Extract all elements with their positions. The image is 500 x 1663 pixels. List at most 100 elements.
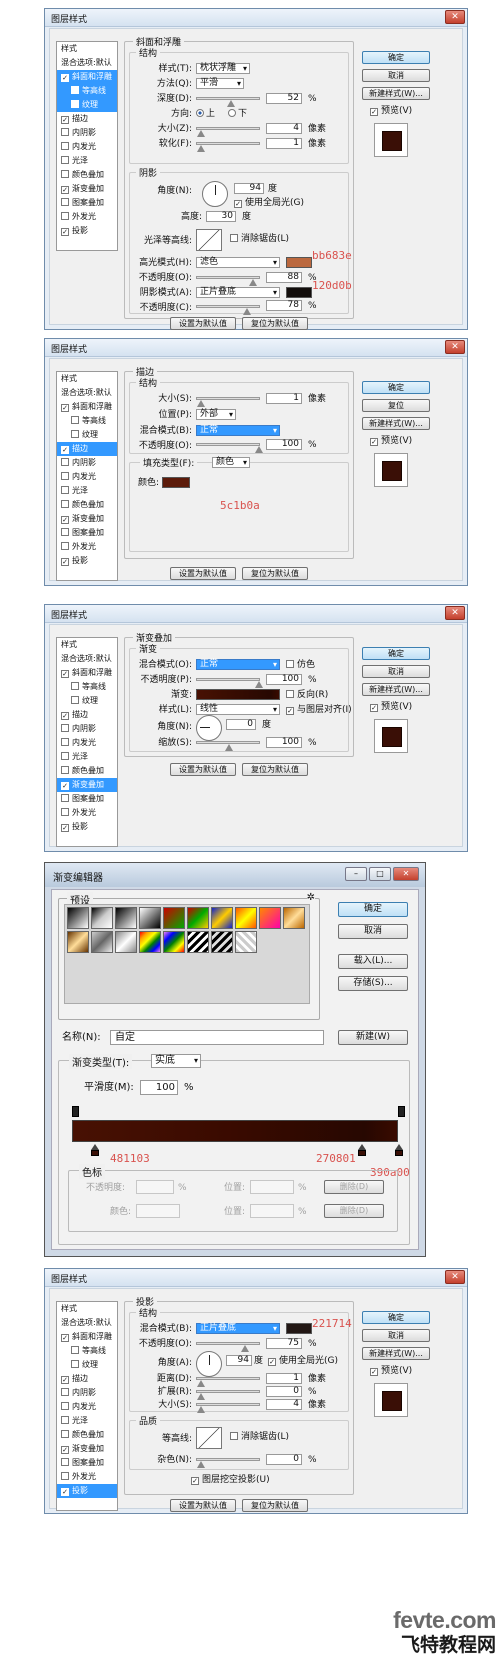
sidebar-item-gradient-overlay[interactable]: ✓ 渐变叠加 — [57, 1442, 117, 1456]
checkbox-inner-shadow[interactable] — [61, 724, 69, 732]
preview-checkbox[interactable]: ✓ 预览(V) — [370, 105, 412, 117]
stop-opacity-input[interactable] — [136, 1180, 174, 1194]
sidebar-item-pattern-overlay[interactable]: 图案叠加 — [57, 526, 117, 540]
preset-swatch[interactable] — [91, 907, 113, 929]
angle-dial[interactable] — [202, 181, 228, 207]
sidebar-item-bevel[interactable]: ✓ 斜面和浮雕 — [57, 1330, 117, 1344]
checkbox-inner-shadow[interactable] — [61, 128, 69, 136]
preset-swatch[interactable] — [187, 931, 209, 953]
angle-dial[interactable] — [196, 715, 222, 741]
spread-input[interactable]: 0 — [266, 1386, 302, 1397]
checkbox-gradient-overlay[interactable]: ✓ — [61, 516, 69, 524]
preset-swatch[interactable] — [163, 907, 185, 929]
color-stop-1-swatch[interactable] — [91, 1150, 99, 1156]
sidebar-item-stroke[interactable]: ✓ 描边 — [57, 112, 117, 126]
sidebar-item-satin[interactable]: 光泽 — [57, 1414, 117, 1428]
gradient-type-select[interactable]: 实底 — [151, 1054, 201, 1068]
checkbox-stroke[interactable]: ✓ — [61, 1376, 69, 1384]
sidebar-item-styles[interactable]: 样式 — [57, 638, 117, 652]
preview-checkbox[interactable]: ✓ 预览(V) — [370, 1365, 412, 1377]
maximize-button[interactable]: □ — [369, 867, 391, 881]
checkbox-bevel[interactable]: ✓ — [61, 670, 69, 678]
checkbox-color-overlay[interactable] — [61, 500, 69, 508]
sidebar-item-inner-glow[interactable]: 内发光 — [57, 736, 117, 750]
checkbox-outer-glow[interactable] — [61, 808, 69, 816]
checkbox-satin[interactable] — [61, 156, 69, 164]
sidebar-item-drop-shadow[interactable]: ✓ 投影 — [57, 1484, 117, 1498]
opacity-stop-right[interactable] — [398, 1106, 405, 1117]
checkbox-gradient-overlay[interactable]: ✓ — [61, 1446, 69, 1454]
checkbox-texture[interactable] — [71, 100, 79, 108]
reset-default-button[interactable]: 复位为默认值 — [242, 1499, 308, 1512]
sidebar-item-texture[interactable]: 纹理 — [57, 1358, 117, 1372]
gloss-contour-picker[interactable] — [196, 229, 222, 251]
shadow-mode-select[interactable]: 正片叠底 — [196, 287, 280, 298]
opacity-input[interactable]: 100 — [266, 439, 302, 450]
altitude-input[interactable]: 30 — [206, 211, 236, 222]
preset-swatch[interactable] — [211, 931, 233, 953]
checkbox-inner-glow[interactable] — [61, 142, 69, 150]
distance-slider[interactable] — [196, 1377, 260, 1387]
checkbox-texture[interactable] — [71, 696, 79, 704]
opacity-stop-left[interactable] — [72, 1106, 79, 1117]
ok-button[interactable]: 确定 — [362, 51, 430, 64]
style-select[interactable]: 线性 — [196, 704, 280, 715]
checkbox-bevel[interactable]: ✓ — [61, 1334, 69, 1342]
close-button[interactable]: ✕ — [445, 1270, 465, 1284]
preset-swatch[interactable] — [139, 907, 161, 929]
color-stop-3-swatch[interactable] — [395, 1150, 403, 1156]
sidebar-item-color-overlay[interactable]: 颜色叠加 — [57, 1428, 117, 1442]
sidebar-item-color-overlay[interactable]: 颜色叠加 — [57, 764, 117, 778]
cancel-button[interactable]: 取消 — [338, 924, 408, 939]
shadow-opacity-input[interactable]: 78 — [266, 300, 302, 311]
style-select[interactable]: 枕状浮雕 — [196, 63, 250, 74]
noise-input[interactable]: 0 — [266, 1454, 302, 1465]
preview-checkbox[interactable]: ✓ 预览(V) — [370, 701, 412, 713]
sidebar-item-bevel[interactable]: ✓ 斜面和浮雕 — [57, 666, 117, 680]
checkbox-pattern-overlay[interactable] — [61, 794, 69, 802]
ok-button[interactable]: 确定 — [338, 902, 408, 917]
blend-mode-select[interactable]: 正常 — [196, 659, 280, 670]
gear-icon[interactable]: ✲ — [306, 892, 315, 903]
checkbox-satin[interactable] — [61, 1416, 69, 1424]
sidebar-item-outer-glow[interactable]: 外发光 — [57, 210, 117, 224]
fill-type-select[interactable]: 颜色 — [212, 457, 250, 468]
checkbox-outer-glow[interactable] — [61, 1472, 69, 1480]
shadow-color-swatch[interactable] — [286, 1323, 312, 1334]
opacity-slider[interactable] — [196, 678, 263, 688]
gradient-preview-bar[interactable] — [72, 1120, 398, 1142]
preset-swatch[interactable] — [115, 931, 137, 953]
preset-swatch[interactable] — [235, 907, 257, 929]
sidebar-item-stroke[interactable]: ✓ 描边 — [57, 442, 117, 456]
sidebar-item-stroke[interactable]: ✓ 描边 — [57, 708, 117, 722]
checkbox-color-overlay[interactable] — [61, 170, 69, 178]
angle-input[interactable]: 94 — [226, 1355, 252, 1366]
sidebar-item-satin[interactable]: 光泽 — [57, 750, 117, 764]
sidebar-item-outer-glow[interactable]: 外发光 — [57, 1470, 117, 1484]
checkbox-inner-glow[interactable] — [61, 472, 69, 480]
spread-slider[interactable] — [196, 1390, 260, 1400]
checkbox-inner-glow[interactable] — [61, 738, 69, 746]
preview-checkbox[interactable]: ✓ 预览(V) — [370, 435, 412, 447]
preset-swatch[interactable] — [91, 931, 113, 953]
checkbox-stroke[interactable]: ✓ — [61, 712, 69, 720]
preset-swatch[interactable] — [67, 907, 89, 929]
new-style-button[interactable]: 新建样式(W)... — [362, 1347, 430, 1360]
sidebar-item-drop-shadow[interactable]: ✓ 投影 — [57, 820, 117, 834]
technique-select[interactable]: 平滑 — [196, 78, 244, 89]
checkbox-color-overlay[interactable] — [61, 1430, 69, 1438]
sidebar-item-inner-shadow[interactable]: 内阴影 — [57, 722, 117, 736]
preset-swatch[interactable] — [211, 907, 233, 929]
sidebar-item-gradient-overlay[interactable]: ✓ 渐变叠加 — [57, 778, 117, 792]
sidebar-item-pattern-overlay[interactable]: 图案叠加 — [57, 196, 117, 210]
sidebar-item-inner-glow[interactable]: 内发光 — [57, 1400, 117, 1414]
cancel-button[interactable]: 取消 — [362, 1329, 430, 1342]
ok-button[interactable]: 确定 — [362, 1311, 430, 1324]
delete-color-stop-button[interactable]: 删除(D) — [324, 1204, 384, 1218]
sidebar-item-bevel[interactable]: ✓ 斜面和浮雕 — [57, 400, 117, 414]
direction-down-radio[interactable]: 下 — [228, 108, 247, 120]
checkbox-pattern-overlay[interactable] — [61, 198, 69, 206]
cancel-button[interactable]: 取消 — [362, 69, 430, 82]
checkbox-outer-glow[interactable] — [61, 212, 69, 220]
sidebar-item-texture[interactable]: 纹理 — [57, 98, 117, 112]
